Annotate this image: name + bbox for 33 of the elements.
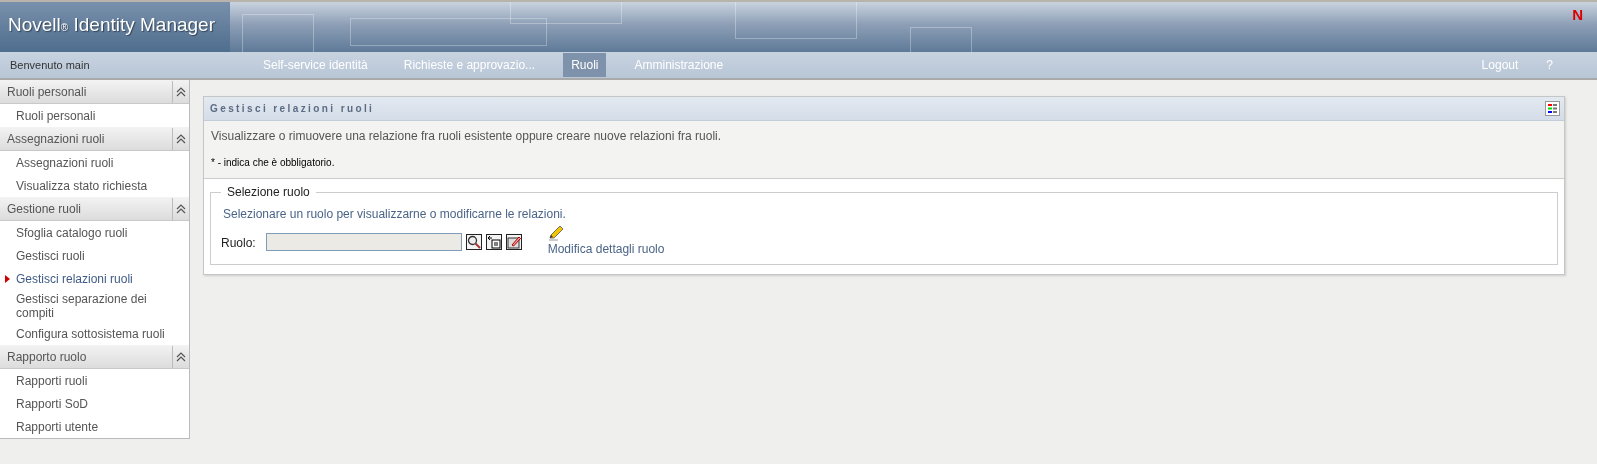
- pencil-icon[interactable]: [547, 225, 564, 241]
- sidebar-item[interactable]: Gestisci separazione dei compiti: [16, 292, 183, 320]
- sidebar-item[interactable]: Gestisci relazioni ruoli: [16, 271, 133, 286]
- sidebar-item[interactable]: Ruoli personali: [16, 108, 96, 123]
- section-title: Ruoli personali: [7, 84, 88, 99]
- search-icon[interactable]: [465, 234, 482, 250]
- list-icon[interactable]: [485, 234, 502, 250]
- field-label: Ruolo:: [221, 236, 256, 250]
- section-header[interactable]: Ruoli personali: [0, 80, 189, 104]
- required-note: * - indica che è obbligatorio.: [211, 157, 336, 168]
- sidebar-item[interactable]: Rapporti ruoli: [16, 373, 88, 388]
- app-title: Novell® Identity Manager: [0, 2, 230, 52]
- sidebar-item[interactable]: Configura sottosistema ruoli: [16, 326, 165, 341]
- edit-form-icon[interactable]: [505, 234, 522, 250]
- section-title: Gestione ruoli: [7, 201, 83, 216]
- instruction-text: Selezionare un ruolo per visualizzarne o modificarne le relazioni.: [223, 207, 567, 221]
- fieldset-legend: Selezione ruolo: [221, 185, 316, 199]
- legend-icon[interactable]: [1545, 101, 1560, 116]
- sidebar-item[interactable]: Rapporti SoD: [16, 396, 89, 411]
- section-header[interactable]: Rapporto ruolo: [0, 345, 189, 369]
- edit-role-details-link[interactable]: Modifica dettagli ruolo: [547, 242, 665, 256]
- section-title: Assegnazioni ruoli: [7, 131, 106, 146]
- panel-title: Gestisci relazioni ruoli: [210, 103, 375, 114]
- sidebar-item[interactable]: Rapporti utente: [16, 419, 99, 434]
- section-header[interactable]: Gestione ruoli: [0, 197, 189, 221]
- sidebar-item[interactable]: Sfoglia catalogo ruoli: [16, 225, 128, 240]
- sidebar-item[interactable]: Assegnazioni ruoli: [16, 155, 114, 170]
- welcome-text: Benvenuto main: [9, 59, 91, 71]
- description-text: Visualizzare o rimuovere una relazione fra ruoli esistente oppure creare nuove relazioni fra ruoli.: [211, 129, 723, 143]
- section-header[interactable]: Assegnazioni ruoli: [0, 127, 189, 151]
- sidebar-item[interactable]: Visualizza stato richiesta: [16, 178, 148, 193]
- section-title: Rapporto ruolo: [7, 349, 88, 364]
- sidebar-item[interactable]: Gestisci ruoli: [16, 248, 85, 263]
